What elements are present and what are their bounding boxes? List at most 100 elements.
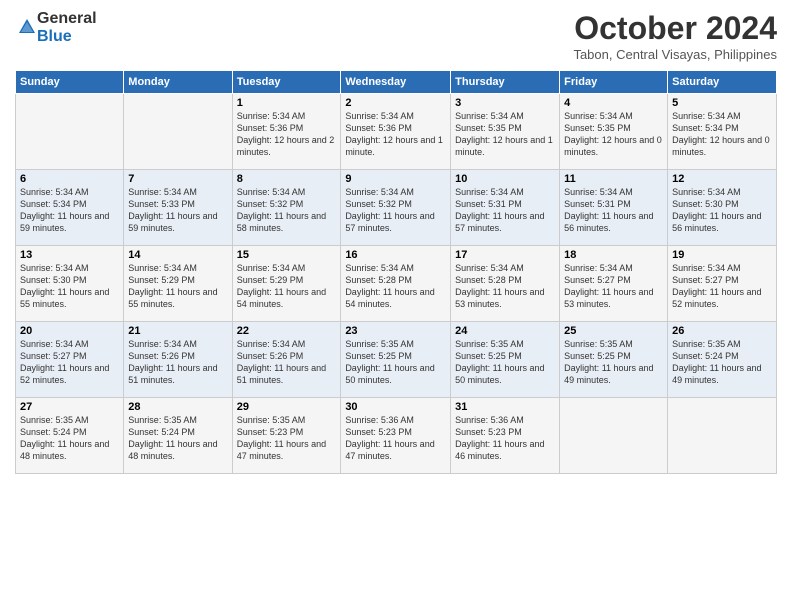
day-cell: 14Sunrise: 5:34 AM Sunset: 5:29 PM Dayli… <box>124 246 232 322</box>
header-row: SundayMondayTuesdayWednesdayThursdayFrid… <box>16 71 777 94</box>
day-cell: 3Sunrise: 5:34 AM Sunset: 5:35 PM Daylig… <box>451 94 560 170</box>
day-cell: 11Sunrise: 5:34 AM Sunset: 5:31 PM Dayli… <box>560 170 668 246</box>
day-detail: Sunrise: 5:36 AM Sunset: 5:23 PM Dayligh… <box>455 414 555 463</box>
day-detail: Sunrise: 5:35 AM Sunset: 5:24 PM Dayligh… <box>20 414 119 463</box>
day-number: 21 <box>128 325 227 337</box>
day-number: 2 <box>345 97 446 109</box>
day-cell: 30Sunrise: 5:36 AM Sunset: 5:23 PM Dayli… <box>341 398 451 474</box>
col-header-friday: Friday <box>560 71 668 94</box>
day-cell <box>668 398 777 474</box>
day-number: 23 <box>345 325 446 337</box>
day-cell: 25Sunrise: 5:35 AM Sunset: 5:25 PM Dayli… <box>560 322 668 398</box>
day-cell: 5Sunrise: 5:34 AM Sunset: 5:34 PM Daylig… <box>668 94 777 170</box>
col-header-sunday: Sunday <box>16 71 124 94</box>
day-cell: 6Sunrise: 5:34 AM Sunset: 5:34 PM Daylig… <box>16 170 124 246</box>
day-number: 30 <box>345 401 446 413</box>
day-detail: Sunrise: 5:34 AM Sunset: 5:31 PM Dayligh… <box>455 186 555 235</box>
day-cell: 26Sunrise: 5:35 AM Sunset: 5:24 PM Dayli… <box>668 322 777 398</box>
day-detail: Sunrise: 5:34 AM Sunset: 5:34 PM Dayligh… <box>672 110 772 159</box>
day-cell: 15Sunrise: 5:34 AM Sunset: 5:29 PM Dayli… <box>232 246 341 322</box>
day-cell: 17Sunrise: 5:34 AM Sunset: 5:28 PM Dayli… <box>451 246 560 322</box>
day-cell: 18Sunrise: 5:34 AM Sunset: 5:27 PM Dayli… <box>560 246 668 322</box>
day-cell: 12Sunrise: 5:34 AM Sunset: 5:30 PM Dayli… <box>668 170 777 246</box>
day-detail: Sunrise: 5:34 AM Sunset: 5:35 PM Dayligh… <box>455 110 555 159</box>
logo-text: General Blue <box>37 10 97 45</box>
day-number: 3 <box>455 97 555 109</box>
day-detail: Sunrise: 5:34 AM Sunset: 5:33 PM Dayligh… <box>128 186 227 235</box>
day-detail: Sunrise: 5:34 AM Sunset: 5:36 PM Dayligh… <box>237 110 337 159</box>
day-number: 7 <box>128 173 227 185</box>
day-detail: Sunrise: 5:35 AM Sunset: 5:24 PM Dayligh… <box>128 414 227 463</box>
day-number: 29 <box>237 401 337 413</box>
day-cell: 24Sunrise: 5:35 AM Sunset: 5:25 PM Dayli… <box>451 322 560 398</box>
day-cell: 8Sunrise: 5:34 AM Sunset: 5:32 PM Daylig… <box>232 170 341 246</box>
day-detail: Sunrise: 5:34 AM Sunset: 5:27 PM Dayligh… <box>20 338 119 387</box>
day-cell: 31Sunrise: 5:36 AM Sunset: 5:23 PM Dayli… <box>451 398 560 474</box>
day-cell: 23Sunrise: 5:35 AM Sunset: 5:25 PM Dayli… <box>341 322 451 398</box>
col-header-wednesday: Wednesday <box>341 71 451 94</box>
day-detail: Sunrise: 5:35 AM Sunset: 5:24 PM Dayligh… <box>672 338 772 387</box>
day-cell: 10Sunrise: 5:34 AM Sunset: 5:31 PM Dayli… <box>451 170 560 246</box>
day-number: 6 <box>20 173 119 185</box>
day-cell: 1Sunrise: 5:34 AM Sunset: 5:36 PM Daylig… <box>232 94 341 170</box>
week-row-2: 6Sunrise: 5:34 AM Sunset: 5:34 PM Daylig… <box>16 170 777 246</box>
logo-icon <box>17 17 37 37</box>
day-number: 1 <box>237 97 337 109</box>
week-row-4: 20Sunrise: 5:34 AM Sunset: 5:27 PM Dayli… <box>16 322 777 398</box>
day-number: 25 <box>564 325 663 337</box>
calendar-table: SundayMondayTuesdayWednesdayThursdayFrid… <box>15 70 777 474</box>
day-number: 24 <box>455 325 555 337</box>
day-detail: Sunrise: 5:34 AM Sunset: 5:26 PM Dayligh… <box>128 338 227 387</box>
day-cell: 20Sunrise: 5:34 AM Sunset: 5:27 PM Dayli… <box>16 322 124 398</box>
day-number: 12 <box>672 173 772 185</box>
col-header-tuesday: Tuesday <box>232 71 341 94</box>
week-row-3: 13Sunrise: 5:34 AM Sunset: 5:30 PM Dayli… <box>16 246 777 322</box>
day-detail: Sunrise: 5:34 AM Sunset: 5:32 PM Dayligh… <box>237 186 337 235</box>
day-cell: 2Sunrise: 5:34 AM Sunset: 5:36 PM Daylig… <box>341 94 451 170</box>
day-detail: Sunrise: 5:34 AM Sunset: 5:34 PM Dayligh… <box>20 186 119 235</box>
day-number: 17 <box>455 249 555 261</box>
day-number: 13 <box>20 249 119 261</box>
week-row-5: 27Sunrise: 5:35 AM Sunset: 5:24 PM Dayli… <box>16 398 777 474</box>
day-number: 10 <box>455 173 555 185</box>
day-detail: Sunrise: 5:35 AM Sunset: 5:25 PM Dayligh… <box>455 338 555 387</box>
day-detail: Sunrise: 5:34 AM Sunset: 5:26 PM Dayligh… <box>237 338 337 387</box>
day-detail: Sunrise: 5:34 AM Sunset: 5:30 PM Dayligh… <box>20 262 119 311</box>
month-title: October 2024 <box>573 10 777 47</box>
day-detail: Sunrise: 5:34 AM Sunset: 5:31 PM Dayligh… <box>564 186 663 235</box>
day-cell: 28Sunrise: 5:35 AM Sunset: 5:24 PM Dayli… <box>124 398 232 474</box>
day-number: 9 <box>345 173 446 185</box>
day-number: 31 <box>455 401 555 413</box>
day-detail: Sunrise: 5:34 AM Sunset: 5:27 PM Dayligh… <box>672 262 772 311</box>
day-cell: 19Sunrise: 5:34 AM Sunset: 5:27 PM Dayli… <box>668 246 777 322</box>
day-cell: 7Sunrise: 5:34 AM Sunset: 5:33 PM Daylig… <box>124 170 232 246</box>
day-detail: Sunrise: 5:36 AM Sunset: 5:23 PM Dayligh… <box>345 414 446 463</box>
day-number: 5 <box>672 97 772 109</box>
day-detail: Sunrise: 5:34 AM Sunset: 5:29 PM Dayligh… <box>128 262 227 311</box>
day-detail: Sunrise: 5:34 AM Sunset: 5:32 PM Dayligh… <box>345 186 446 235</box>
day-number: 22 <box>237 325 337 337</box>
day-number: 27 <box>20 401 119 413</box>
week-row-1: 1Sunrise: 5:34 AM Sunset: 5:36 PM Daylig… <box>16 94 777 170</box>
day-cell: 27Sunrise: 5:35 AM Sunset: 5:24 PM Dayli… <box>16 398 124 474</box>
col-header-monday: Monday <box>124 71 232 94</box>
day-cell: 4Sunrise: 5:34 AM Sunset: 5:35 PM Daylig… <box>560 94 668 170</box>
header: General Blue October 2024 Tabon, Central… <box>15 10 777 62</box>
day-number: 19 <box>672 249 772 261</box>
day-number: 16 <box>345 249 446 261</box>
day-cell: 21Sunrise: 5:34 AM Sunset: 5:26 PM Dayli… <box>124 322 232 398</box>
day-number: 20 <box>20 325 119 337</box>
logo-general: General <box>37 10 97 28</box>
day-detail: Sunrise: 5:34 AM Sunset: 5:36 PM Dayligh… <box>345 110 446 159</box>
day-cell <box>124 94 232 170</box>
location: Tabon, Central Visayas, Philippines <box>573 47 777 62</box>
day-number: 11 <box>564 173 663 185</box>
day-number: 15 <box>237 249 337 261</box>
day-detail: Sunrise: 5:34 AM Sunset: 5:29 PM Dayligh… <box>237 262 337 311</box>
title-section: October 2024 Tabon, Central Visayas, Phi… <box>573 10 777 62</box>
day-number: 18 <box>564 249 663 261</box>
logo-blue: Blue <box>37 28 97 46</box>
day-number: 8 <box>237 173 337 185</box>
day-cell: 13Sunrise: 5:34 AM Sunset: 5:30 PM Dayli… <box>16 246 124 322</box>
day-cell <box>16 94 124 170</box>
